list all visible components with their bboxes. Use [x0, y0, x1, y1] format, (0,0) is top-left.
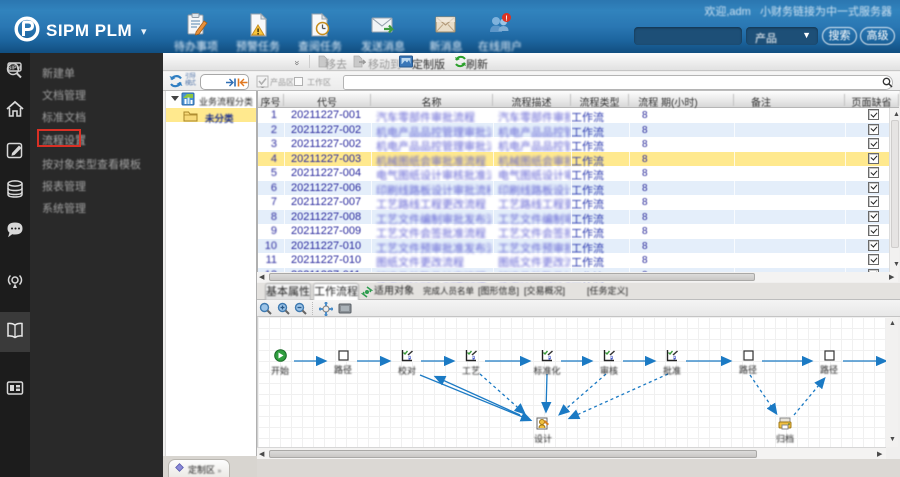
svg-text:!: !: [505, 15, 507, 22]
svg-text:SIPM: SIPM: [8, 66, 22, 72]
